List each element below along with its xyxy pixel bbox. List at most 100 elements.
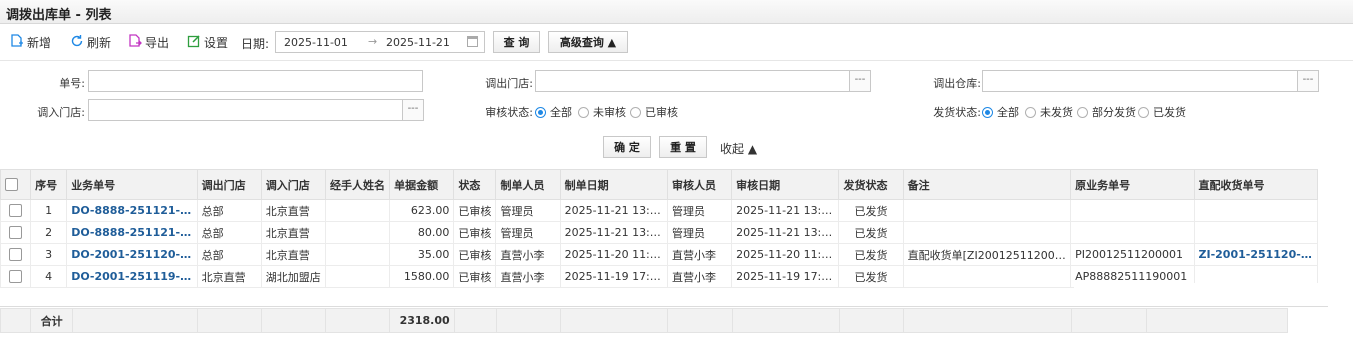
export-icon — [128, 33, 142, 51]
audit-unreviewed-radio[interactable]: 未审核 — [578, 104, 626, 120]
advanced-query-button[interactable]: 高级查询 ▲ — [548, 31, 628, 53]
origin-order-cell: PI20012511200001 — [1070, 243, 1195, 266]
column-header[interactable]: 业务单号 — [66, 169, 198, 200]
auditor-cell: 管理员 — [666, 221, 733, 244]
row-checkbox-cell[interactable] — [0, 265, 32, 288]
radio-label: 全部 — [550, 106, 572, 119]
date-arrow: → — [368, 35, 378, 48]
data-table: 序号 业务单号 调出门店 调入门店 经手人姓名 单据金额 状态 制单人员 制单日… — [0, 169, 1318, 288]
handler-cell — [324, 199, 391, 222]
audit-all-radio[interactable]: 全部 — [535, 104, 572, 120]
origin-order-cell — [1070, 221, 1195, 244]
export-button[interactable]: 导出 — [128, 33, 169, 51]
audit-reviewed-radio[interactable]: 已审核 — [630, 104, 678, 120]
ship-unshipped-radio[interactable]: 未发货 — [1025, 104, 1073, 120]
radio-icon — [630, 106, 641, 118]
handler-cell — [324, 243, 391, 266]
footer-empty-cell — [839, 308, 905, 333]
radio-icon — [1077, 106, 1088, 118]
radio-label: 已审核 — [645, 106, 678, 119]
row-index: 2 — [30, 221, 68, 244]
confirm-button[interactable]: 确 定 — [603, 136, 651, 158]
ship-all-radio[interactable]: 全部 — [982, 104, 1019, 120]
ship-status-label: 发货状态: — [933, 106, 981, 119]
column-header[interactable]: 审核日期 — [731, 169, 840, 200]
export-button-label: 导出 — [145, 35, 170, 50]
collapse-toggle[interactable]: 收起 ▲ — [720, 140, 757, 157]
auditor-cell: 管理员 — [666, 199, 733, 222]
row-checkbox[interactable] — [9, 204, 23, 218]
table-row[interactable]: 3 DO-2001-251120-0004 总部 北京直营 35.00 已审核 … — [0, 243, 1318, 266]
out-store-input[interactable] — [535, 70, 850, 92]
ship-status-cell: 已发货 — [838, 243, 904, 266]
row-checkbox-cell[interactable] — [0, 243, 32, 266]
radio-label: 已发货 — [1153, 106, 1186, 119]
in-store-picker-button[interactable]: --- — [402, 99, 424, 121]
column-header[interactable]: 制单日期 — [559, 169, 668, 200]
column-header[interactable]: 单据金额 — [389, 169, 455, 200]
date-from: 2025-11-01 — [284, 36, 348, 49]
query-button[interactable]: 查 询 — [493, 31, 540, 53]
row-checkbox[interactable] — [9, 270, 23, 284]
column-header[interactable]: 备注 — [902, 169, 1072, 200]
receipt-no-cell[interactable] — [1193, 199, 1318, 222]
order-no-link[interactable]: DO-8888-251121-0008 — [66, 221, 198, 244]
row-checkbox-cell[interactable] — [0, 221, 32, 244]
column-header[interactable]: 直配收货单号 — [1193, 169, 1318, 200]
remark-cell — [902, 265, 1072, 288]
column-header[interactable]: 调入门店 — [260, 169, 326, 200]
ship-partial-radio[interactable]: 部分发货 — [1077, 104, 1136, 120]
in-store-input[interactable] — [88, 99, 403, 121]
column-header[interactable]: 调出门店 — [196, 169, 262, 200]
settings-button[interactable]: 设置 — [187, 33, 228, 51]
column-header[interactable]: 经手人姓名 — [324, 169, 391, 200]
reset-button[interactable]: 重 置 — [659, 136, 707, 158]
audit-status-radio-group: 全部 未审核 已审核 — [535, 104, 735, 120]
out-warehouse-input[interactable] — [982, 70, 1298, 92]
footer-empty-cell — [903, 308, 1072, 333]
select-all-checkbox[interactable] — [5, 178, 18, 192]
title-bar: 调拨出库单 - 列表 — [0, 0, 1353, 24]
auditor-cell: 直营小李 — [666, 243, 733, 266]
column-header[interactable]: 审核人员 — [666, 169, 733, 200]
audit-date-cell: 2025-11-21 13:46:06 — [731, 199, 840, 222]
row-checkbox-cell[interactable] — [0, 199, 32, 222]
in-store-label: 调入门店: — [37, 106, 85, 119]
date-label: 日期: — [241, 37, 270, 51]
order-no-input[interactable] — [88, 70, 423, 92]
out-store-picker-button[interactable]: --- — [849, 70, 871, 92]
order-no-label: 单号: — [59, 77, 85, 90]
create-date-cell: 2025-11-20 11:04:46 — [559, 243, 668, 266]
footer-total-amount: 2318.00 — [389, 308, 455, 333]
row-checkbox[interactable] — [9, 226, 23, 240]
radio-label: 全部 — [997, 106, 1019, 119]
date-range-input[interactable]: 2025-11-01 → 2025-11-21 — [275, 31, 485, 53]
column-header[interactable]: 状态 — [453, 169, 497, 200]
refresh-button[interactable]: 刷新 — [70, 33, 111, 51]
ship-shipped-radio[interactable]: 已发货 — [1138, 104, 1186, 120]
advanced-filter-panel: 单号: 调出门店: --- 调出仓库: --- 调入门店: --- 审核状态: … — [0, 60, 1353, 162]
out-warehouse-label: 调出仓库: — [933, 77, 981, 90]
calendar-icon[interactable] — [467, 36, 478, 47]
row-checkbox[interactable] — [9, 248, 23, 262]
column-header[interactable]: 制单人员 — [495, 169, 561, 200]
order-no-link[interactable]: DO-2001-251119-0003 — [66, 265, 198, 288]
handler-cell — [324, 221, 391, 244]
add-button[interactable]: 新增 — [10, 33, 51, 51]
column-header[interactable]: 原业务单号 — [1070, 169, 1195, 200]
footer-empty-cell — [731, 308, 841, 333]
order-no-link[interactable]: DO-2001-251120-0004 — [66, 243, 198, 266]
out-warehouse-picker-button[interactable]: --- — [1297, 70, 1319, 92]
column-header[interactable]: 序号 — [30, 169, 68, 200]
in-store-cell: 北京直营 — [260, 221, 326, 244]
amount-cell: 1580.00 — [389, 265, 455, 288]
remark-cell — [902, 199, 1072, 222]
receipt-no-cell[interactable]: ZI-2001-251120-0001 — [1193, 243, 1318, 266]
table-row[interactable]: 2 DO-8888-251121-0008 总部 北京直营 80.00 已审核 … — [0, 221, 1318, 244]
radio-icon — [578, 106, 589, 118]
order-no-link[interactable]: DO-8888-251121-0009 — [66, 199, 198, 222]
select-all-checkbox-cell[interactable] — [0, 169, 32, 200]
column-header[interactable]: 发货状态 — [838, 169, 904, 200]
table-row[interactable]: 1 DO-8888-251121-0009 总部 北京直营 623.00 已审核… — [0, 199, 1318, 222]
receipt-no-cell[interactable] — [1193, 221, 1318, 244]
